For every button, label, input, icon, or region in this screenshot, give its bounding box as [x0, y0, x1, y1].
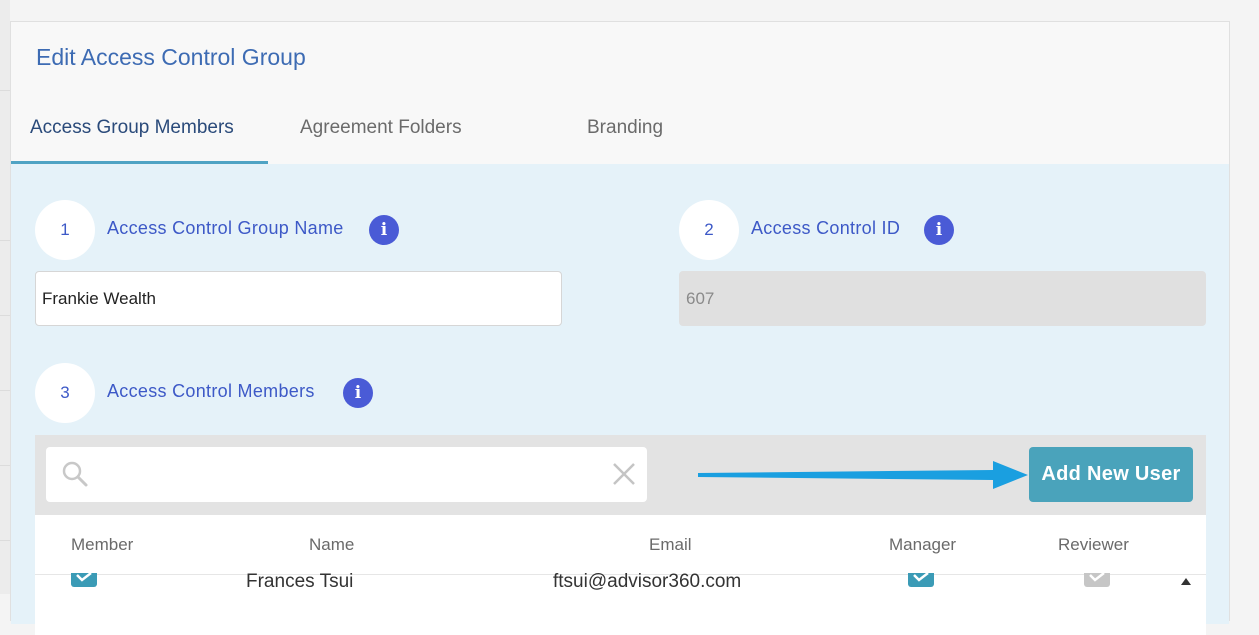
checkmark-icon	[913, 573, 929, 582]
close-icon[interactable]	[609, 459, 639, 489]
tab-branding[interactable]: Branding	[587, 102, 663, 164]
access-control-id-field: 607	[679, 271, 1206, 326]
arrow-right-icon	[698, 461, 1028, 489]
member-checkbox[interactable]	[71, 573, 97, 587]
member-name: Frances Tsui	[246, 571, 354, 592]
members-label: Access Control Members	[107, 381, 315, 401]
checkmark-icon	[76, 573, 92, 582]
background-panel	[0, 0, 10, 594]
manager-checkbox[interactable]	[908, 573, 934, 587]
search-input[interactable]	[46, 447, 647, 502]
info-icon[interactable]: i	[343, 378, 373, 408]
members-table: Member Name Email Manager Reviewer Franc…	[35, 515, 1206, 635]
column-header-member[interactable]: Member	[71, 535, 133, 555]
group-name-input[interactable]: Frankie Wealth	[35, 271, 562, 326]
scroll-up-icon[interactable]	[1181, 578, 1191, 585]
access-control-id-label: Access Control ID	[751, 218, 901, 238]
members-toolbar: Add New User	[35, 435, 1206, 515]
edit-access-control-group-dialog: Edit Access Control Group Access Group M…	[10, 21, 1230, 635]
column-header-name[interactable]: Name	[309, 535, 354, 555]
tab-bar: Access Group Members Agreement Folders B…	[11, 102, 1229, 164]
add-new-user-button[interactable]: Add New User	[1029, 447, 1193, 502]
column-header-reviewer[interactable]: Reviewer	[1058, 535, 1129, 555]
table-row: Frances Tsui ftsui@advisor360.com	[35, 571, 1206, 635]
tab-content-panel: 1 Access Control Group Name i Frankie We…	[11, 164, 1229, 635]
dialog-title: Edit Access Control Group	[36, 44, 306, 70]
search-icon	[62, 461, 88, 487]
member-email: ftsui@advisor360.com	[553, 571, 742, 592]
step-number-1: 1	[35, 200, 95, 260]
step-number-2: 2	[679, 200, 739, 260]
column-header-email[interactable]: Email	[649, 535, 692, 555]
checkmark-icon	[1089, 573, 1105, 582]
column-header-manager[interactable]: Manager	[889, 535, 956, 555]
info-icon[interactable]: i	[924, 215, 954, 245]
step-number-3: 3	[35, 363, 95, 423]
info-icon[interactable]: i	[369, 215, 399, 245]
tab-access-group-members[interactable]: Access Group Members	[11, 102, 268, 164]
reviewer-checkbox[interactable]	[1084, 573, 1110, 587]
group-name-label: Access Control Group Name	[107, 218, 344, 238]
tab-agreement-folders[interactable]: Agreement Folders	[300, 102, 462, 164]
